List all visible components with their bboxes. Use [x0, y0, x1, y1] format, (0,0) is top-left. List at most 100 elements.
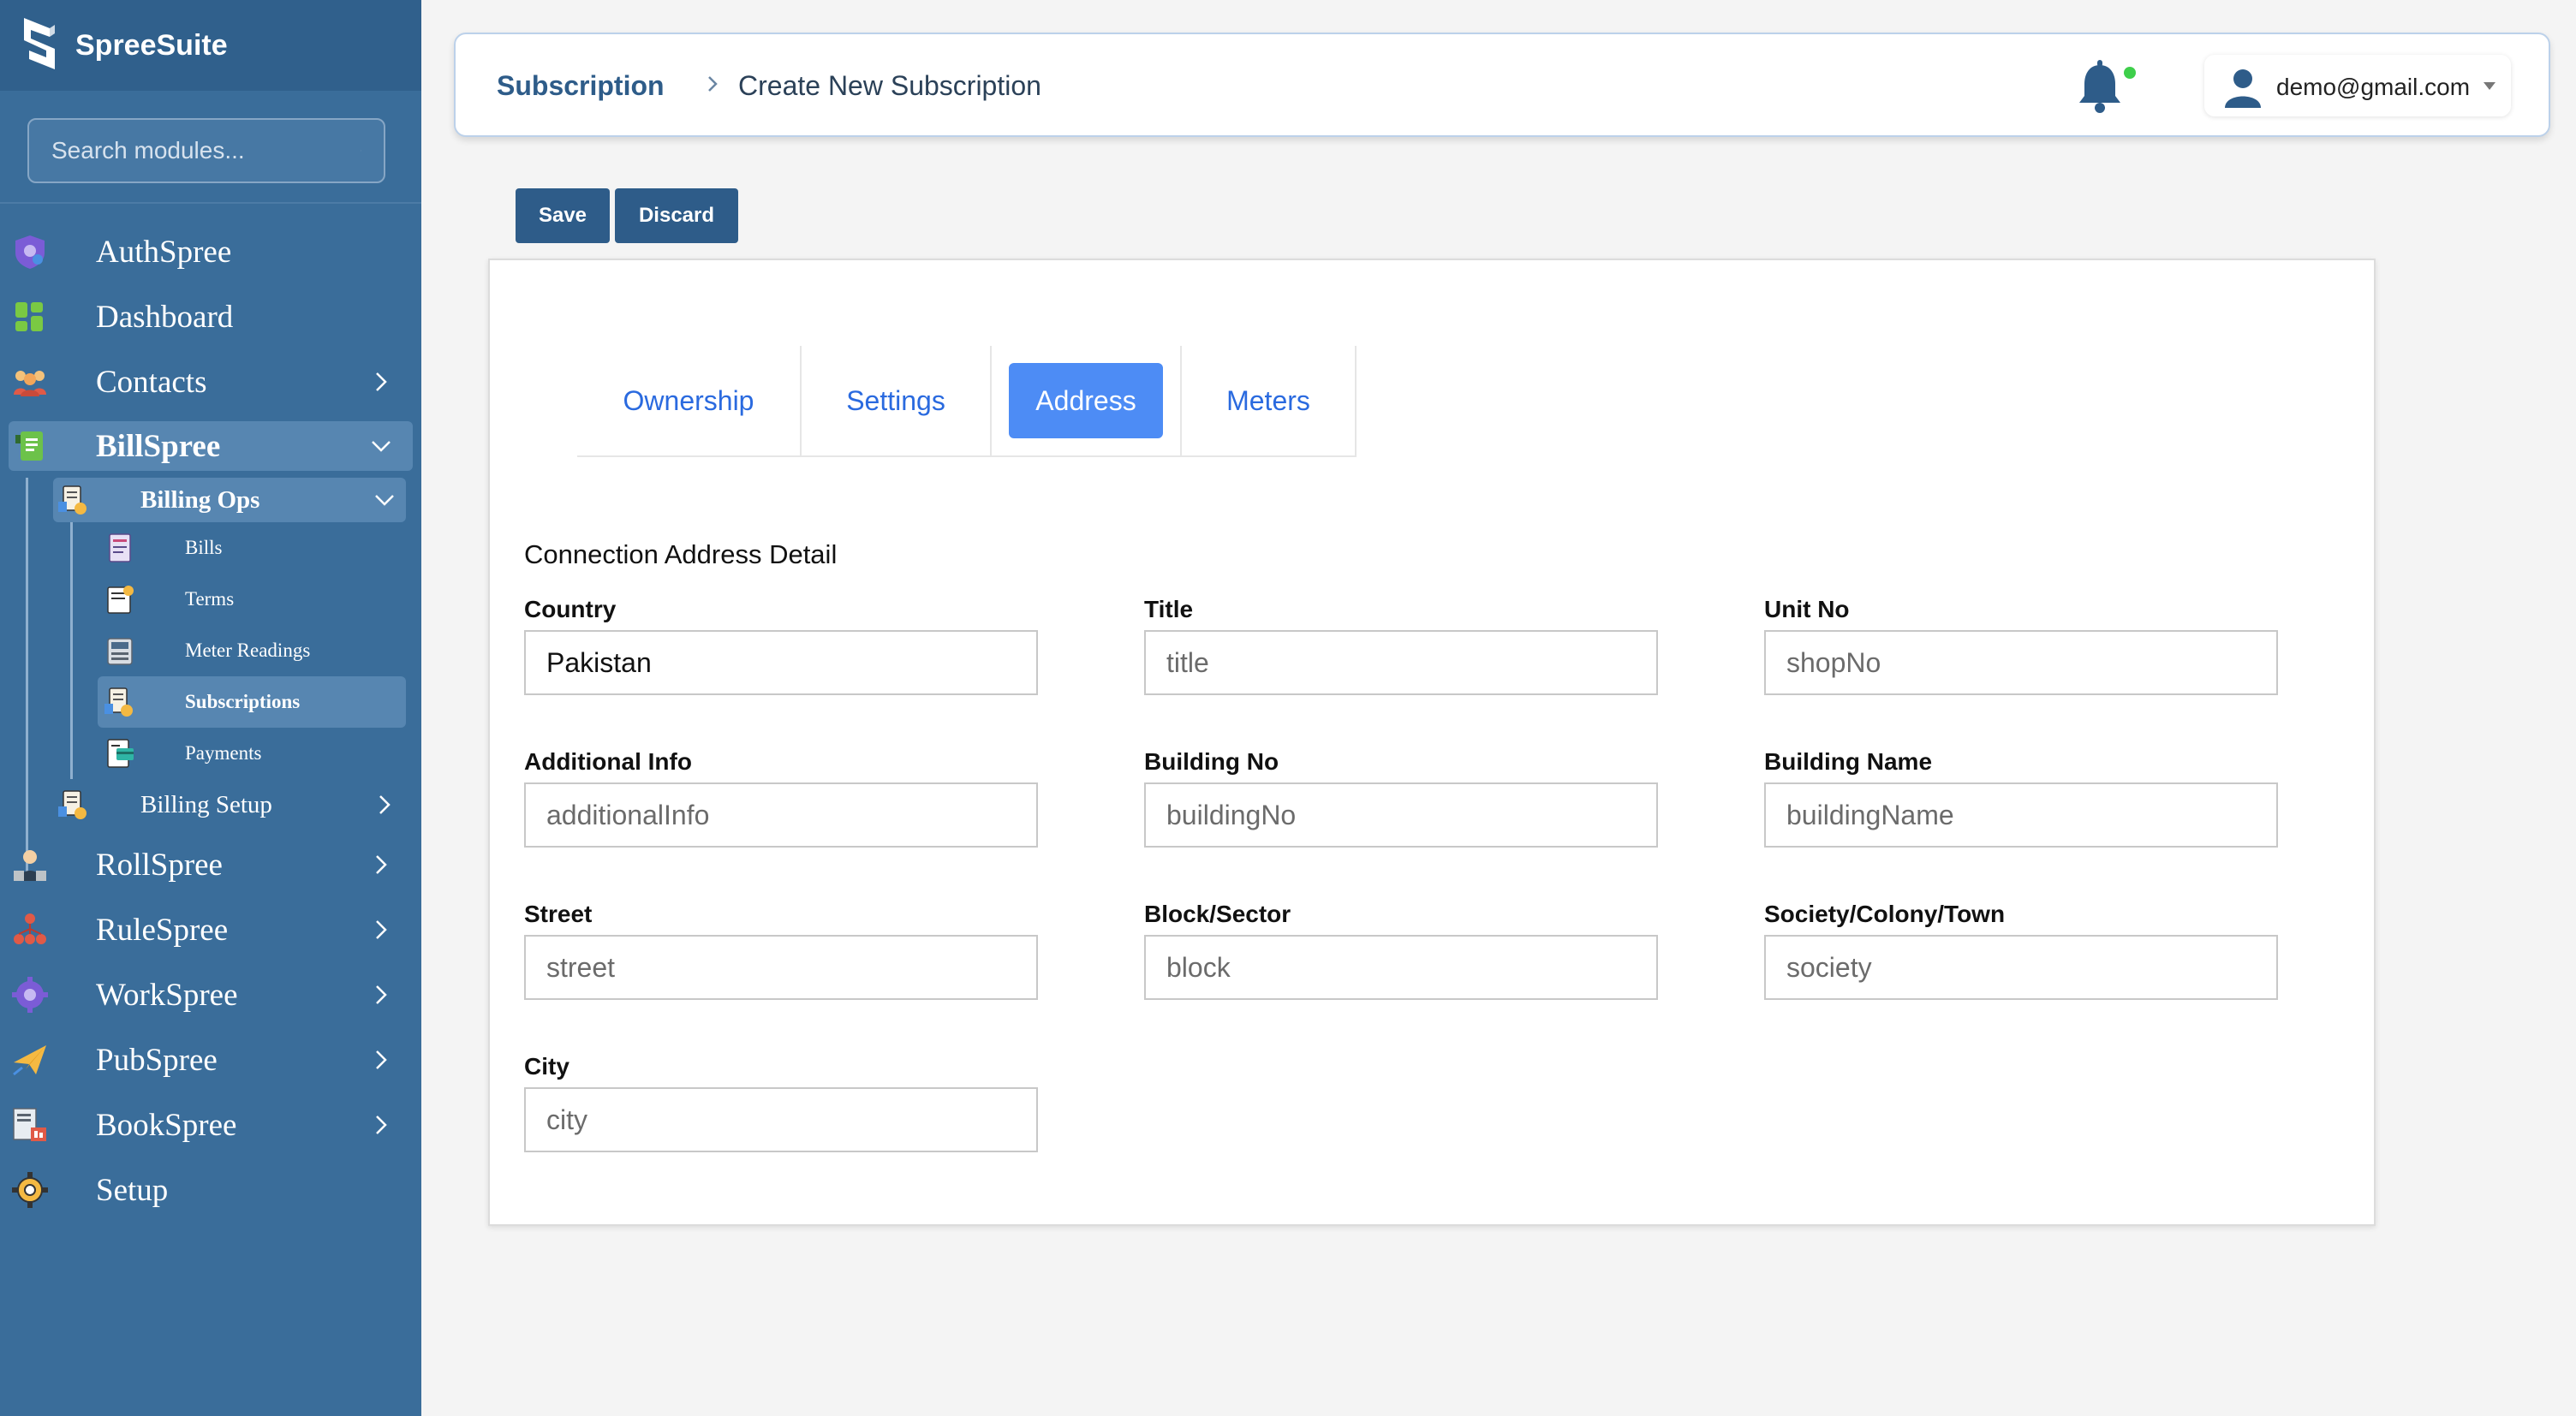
- chevron-right-icon[interactable]: [370, 854, 392, 876]
- sidebar-item-billing-ops[interactable]: Billing Ops: [53, 478, 406, 522]
- unit-no-label: Unit No: [1764, 596, 1850, 622]
- tab-label: Meters: [1226, 384, 1310, 416]
- sidebar-item-subscriptions[interactable]: Subscriptions: [98, 676, 406, 728]
- save-button[interactable]: Save: [516, 188, 610, 243]
- sidebar-item-payments[interactable]: Payments: [98, 728, 406, 779]
- sidebar-nav: AuthSpree Dashboard Contacts BillSpree B…: [0, 219, 421, 1223]
- sidebar-item-authspree[interactable]: AuthSpree: [0, 219, 421, 284]
- sidebar-item-dashboard[interactable]: Dashboard: [0, 284, 421, 349]
- sidebar-item-label: AuthSpree: [96, 234, 232, 270]
- sidebar-item-label: PubSpree: [96, 1042, 218, 1078]
- shield-icon: [15, 235, 45, 269]
- block-sector-label: Block/Sector: [1144, 901, 1291, 927]
- society-field[interactable]: [1764, 935, 2278, 1000]
- city-field[interactable]: [524, 1087, 1038, 1152]
- additional-info-label: Additional Info: [524, 748, 692, 775]
- chevron-right-icon[interactable]: [370, 1049, 392, 1071]
- sidebar-item-billing-setup[interactable]: Billing Setup: [53, 782, 406, 827]
- sidebar-item-label: RollSpree: [96, 847, 223, 883]
- user-menu[interactable]: demo@gmail.com: [2204, 55, 2511, 116]
- chevron-right-icon[interactable]: [370, 371, 392, 393]
- contacts-icon: [14, 371, 46, 396]
- bills-icon: [109, 533, 131, 562]
- sidebar-item-bookspree[interactable]: BookSpree: [0, 1092, 421, 1157]
- billing-ops-icon: [58, 485, 86, 515]
- billspree-subgroup: Billing Ops Bills Terms Meter Readings S…: [0, 478, 421, 875]
- sidebar-item-billspree[interactable]: BillSpree: [9, 421, 413, 471]
- tab-label: Settings: [846, 384, 945, 416]
- country-label: Country: [524, 596, 617, 622]
- spreesuite-logo-icon: [24, 18, 55, 69]
- sidebar-item-contacts[interactable]: Contacts: [0, 349, 421, 414]
- sidebar-item-rulespree[interactable]: RuleSpree: [0, 897, 421, 962]
- sidebar-item-label: Billing Ops: [140, 485, 260, 514]
- chevron-right-icon: [708, 76, 718, 92]
- sidebar-item-workspree[interactable]: WorkSpree: [0, 962, 421, 1027]
- sidebar-item-label: Payments: [185, 742, 262, 764]
- tab-ownership[interactable]: Ownership: [577, 346, 802, 457]
- rulespree-icon: [14, 913, 46, 944]
- country-field[interactable]: [524, 630, 1038, 695]
- tab-settings[interactable]: Settings: [802, 346, 992, 457]
- sidebar-item-label: Meter Readings: [185, 640, 311, 661]
- sidebar-item-label: Dashboard: [96, 299, 234, 335]
- sidebar-item-label: Billing Setup: [140, 790, 272, 818]
- subscriptions-icon: [104, 687, 133, 717]
- section-title: Connection Address Detail: [524, 539, 838, 569]
- bill-icon: [15, 431, 43, 461]
- chevron-right-icon[interactable]: [373, 794, 396, 816]
- workspree-icon: [12, 977, 48, 1013]
- billing-setup-icon: [58, 790, 86, 819]
- billing-ops-items: Bills Terms Meter Readings Subscriptions…: [0, 522, 421, 779]
- breadcrumb-root[interactable]: Subscription: [497, 70, 665, 102]
- gear-icon: [12, 1172, 48, 1208]
- user-email: demo@gmail.com: [2276, 74, 2471, 100]
- meter-icon: [107, 638, 133, 665]
- sidebar-item-setup[interactable]: Setup: [0, 1157, 421, 1223]
- tab-meters[interactable]: Meters: [1182, 346, 1357, 457]
- sidebar-item-bills[interactable]: Bills: [98, 522, 406, 574]
- sidebar-item-pubspree[interactable]: PubSpree: [0, 1027, 421, 1092]
- chevron-down-icon[interactable]: [373, 489, 396, 511]
- street-label: Street: [524, 901, 593, 927]
- building-no-field[interactable]: [1144, 782, 1658, 848]
- discard-button[interactable]: Discard: [615, 188, 738, 243]
- sidebar-item-terms[interactable]: Terms: [98, 574, 406, 625]
- sidebar-item-label: Terms: [185, 588, 235, 610]
- search-box[interactable]: [27, 118, 385, 183]
- chevron-down-icon[interactable]: [370, 435, 392, 457]
- search-input[interactable]: [51, 137, 361, 164]
- block-sector-field[interactable]: [1144, 935, 1658, 1000]
- user-icon: [2225, 69, 2261, 108]
- brand[interactable]: SpreeSuite: [0, 0, 421, 91]
- unit-no-field[interactable]: [1764, 630, 2278, 695]
- search-area: [0, 91, 421, 204]
- additional-info-field[interactable]: [524, 782, 1038, 848]
- title-field[interactable]: [1144, 630, 1658, 695]
- street-field[interactable]: [524, 935, 1038, 1000]
- terms-icon: [107, 586, 134, 614]
- chevron-right-icon[interactable]: [370, 984, 392, 1006]
- sidebar-item-label: Subscriptions: [185, 691, 301, 712]
- sidebar-item-label: Contacts: [96, 364, 207, 400]
- top-header: Subscription Create New Subscription dem…: [454, 33, 2550, 137]
- sidebar-item-meter-readings[interactable]: Meter Readings: [98, 625, 406, 676]
- building-name-label: Building Name: [1764, 748, 1933, 775]
- payments-icon: [107, 739, 134, 768]
- breadcrumb-current: Create New Subscription: [738, 70, 1041, 101]
- tab-address[interactable]: Address: [992, 346, 1182, 457]
- building-name-field[interactable]: [1764, 782, 2278, 848]
- bell-icon[interactable]: [2074, 60, 2126, 115]
- sidebar-item-label: Bills: [185, 537, 223, 558]
- dashboard-icon: [15, 302, 43, 331]
- rollspree-icon: [14, 850, 46, 881]
- chevron-right-icon[interactable]: [370, 1114, 392, 1136]
- tree-line: [70, 522, 73, 779]
- tab-label: Ownership: [623, 384, 754, 416]
- sidebar: SpreeSuite AuthSpree: [0, 0, 421, 1416]
- sidebar-item-rollspree[interactable]: RollSpree: [0, 832, 421, 897]
- tab-label: Address: [1009, 363, 1163, 438]
- form-card: Ownership Settings Address Meters Connec…: [488, 259, 2376, 1226]
- chevron-right-icon[interactable]: [370, 919, 392, 941]
- sidebar-item-label: WorkSpree: [96, 977, 238, 1013]
